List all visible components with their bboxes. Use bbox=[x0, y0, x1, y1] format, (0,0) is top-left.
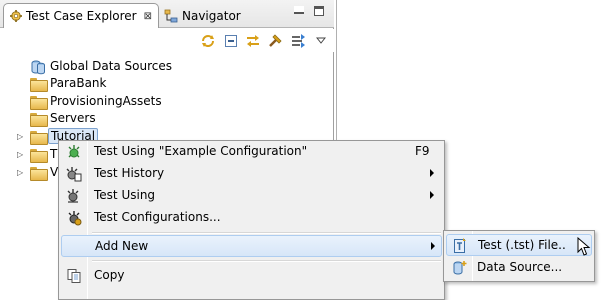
shortcut-label: F9 bbox=[415, 144, 430, 158]
tab-navigator-label: Navigator bbox=[182, 8, 241, 23]
maximize-button[interactable] bbox=[314, 6, 324, 16]
submenu-arrow-icon bbox=[430, 169, 434, 177]
view-tab-bar: Test Case Explorer ⊠ Navigator bbox=[0, 0, 334, 28]
add-new-submenu: Test (.tst) File.. Data Source... bbox=[443, 230, 595, 282]
folder-icon bbox=[30, 165, 48, 181]
expand-arrow-icon[interactable]: ▷ bbox=[17, 132, 23, 141]
test-using-icon bbox=[65, 187, 83, 205]
tree-node-label: ProvisioningAssets bbox=[50, 94, 162, 108]
data-source-icon bbox=[30, 59, 48, 75]
folder-icon bbox=[30, 147, 48, 163]
tree-node[interactable]: Global Data Sources bbox=[0, 58, 334, 76]
tab-navigator[interactable]: Navigator bbox=[158, 3, 248, 28]
link-editor-icon[interactable] bbox=[244, 32, 261, 49]
navigator-icon bbox=[164, 9, 178, 22]
menu-item-data-source[interactable]: Data Source... bbox=[446, 257, 592, 279]
submenu-arrow-icon bbox=[430, 191, 434, 199]
menu-item-test-tst-file[interactable]: Test (.tst) File.. bbox=[446, 234, 592, 256]
menu-item-test-using[interactable]: Test Using bbox=[61, 185, 442, 207]
tree-node-label: ParaBank bbox=[50, 76, 107, 90]
menu-separator bbox=[92, 260, 441, 262]
expand-arrow-icon[interactable]: ▷ bbox=[17, 150, 23, 159]
mouse-pointer-icon bbox=[577, 237, 591, 256]
test-file-icon bbox=[451, 237, 469, 255]
sync-icon[interactable] bbox=[199, 32, 216, 49]
tree-node-label: V bbox=[50, 165, 59, 179]
view-toolbar bbox=[0, 29, 334, 52]
filter-icon[interactable] bbox=[289, 32, 306, 49]
hammer-icon[interactable] bbox=[266, 32, 283, 49]
minimize-button[interactable] bbox=[294, 6, 304, 14]
menu-separator bbox=[92, 232, 441, 234]
menu-item-label: Copy bbox=[94, 268, 125, 282]
menu-item-test-configurations[interactable]: Test Configurations... bbox=[61, 207, 442, 229]
expand-arrow-icon[interactable]: ▷ bbox=[17, 168, 23, 177]
tree-node-label: T bbox=[50, 147, 58, 161]
tree-node-label: Global Data Sources bbox=[50, 59, 173, 73]
menu-item-label: Add New bbox=[95, 239, 149, 253]
menu-item-label: Test Using "Example Configuration" bbox=[94, 144, 308, 158]
menu-item-label: Test Using bbox=[94, 188, 156, 202]
menu-item-test-history[interactable]: Test History bbox=[61, 163, 442, 185]
folder-icon bbox=[30, 76, 48, 92]
menu-item-copy[interactable]: Copy bbox=[61, 265, 442, 287]
tab-test-case-explorer[interactable]: Test Case Explorer ⊠ bbox=[3, 3, 159, 28]
menu-item-label: Test Configurations... bbox=[94, 210, 221, 224]
test-case-explorer-icon bbox=[10, 9, 23, 23]
folder-icon bbox=[30, 129, 48, 145]
tree-node[interactable]: ProvisioningAssets bbox=[0, 93, 334, 111]
test-history-icon bbox=[65, 165, 83, 183]
tree-node[interactable]: Servers bbox=[0, 110, 334, 128]
test-configurations-icon bbox=[65, 209, 83, 227]
view-menu-icon[interactable] bbox=[312, 31, 329, 48]
collapse-all-icon[interactable] bbox=[222, 32, 239, 49]
submenu-arrow-icon bbox=[431, 242, 435, 250]
menu-item-test-using-example-configuration[interactable]: Test Using "Example Configuration" F9 bbox=[61, 141, 442, 163]
menu-item-label: Data Source... bbox=[477, 260, 563, 274]
data-source-icon bbox=[450, 259, 468, 277]
close-icon[interactable]: ⊠ bbox=[144, 11, 152, 22]
folder-icon bbox=[30, 94, 48, 110]
tab-test-case-explorer-label: Test Case Explorer bbox=[26, 9, 137, 23]
copy-icon bbox=[65, 267, 83, 285]
context-menu: Test Using "Example Configuration" F9 Te… bbox=[58, 140, 445, 300]
tree-node[interactable]: ParaBank bbox=[0, 75, 334, 93]
menu-item-add-new[interactable]: Add New bbox=[61, 235, 442, 257]
menu-item-label: Test History bbox=[94, 166, 165, 180]
run-test-icon bbox=[65, 143, 83, 161]
folder-icon bbox=[30, 111, 48, 127]
menu-item-label: Test (.tst) File.. bbox=[478, 238, 566, 252]
tree-node-label: Servers bbox=[50, 111, 96, 125]
